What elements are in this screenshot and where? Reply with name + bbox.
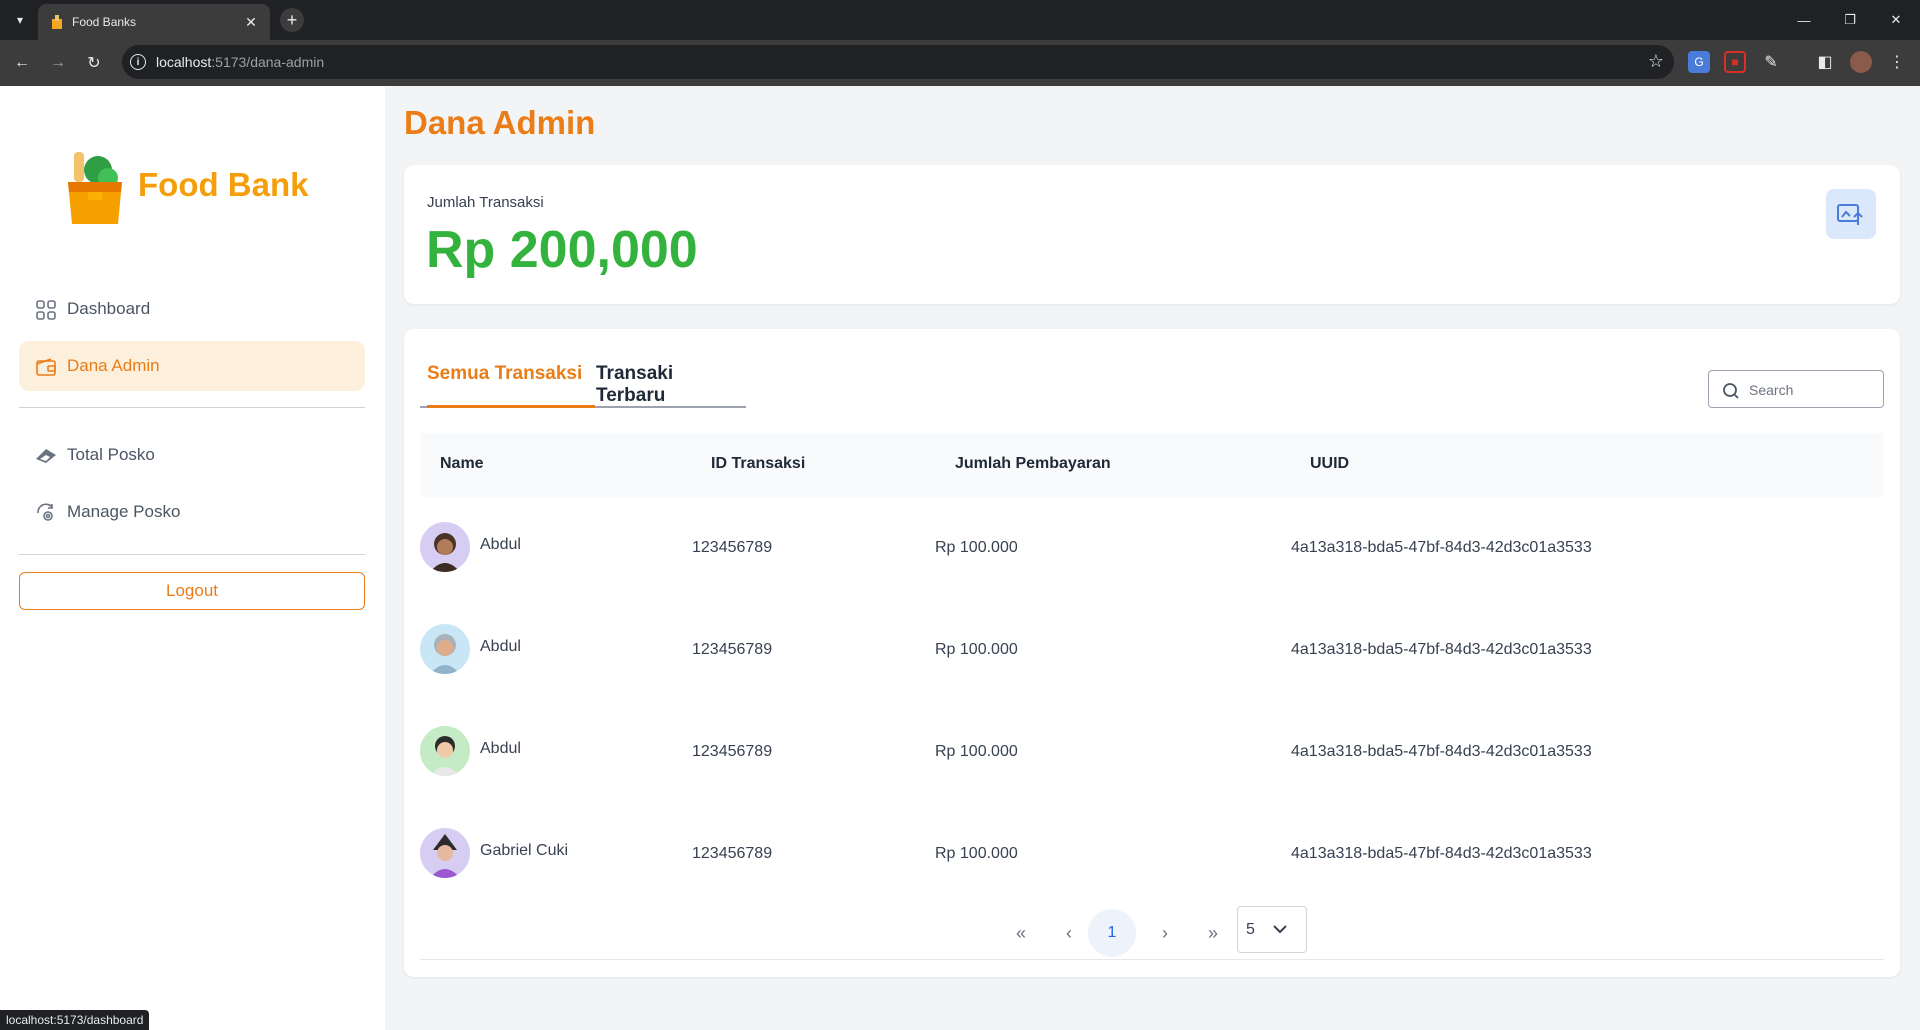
back-icon[interactable]: ← <box>10 51 34 75</box>
sidebar-item-label: Dana Admin <box>67 356 160 375</box>
avatar <box>420 522 470 572</box>
page-number-current[interactable]: 1 <box>1088 909 1136 957</box>
tent-icon <box>36 449 56 463</box>
row-amount: Rp 100.000 <box>935 845 1018 862</box>
wallet-icon <box>36 358 56 376</box>
sidebar-item-label: Total Posko <box>67 445 155 464</box>
tab-transaksi-terbaru[interactable]: Transaki Terbaru <box>596 363 746 408</box>
column-header-id-transaksi[interactable]: ID Transaksi <box>711 455 805 473</box>
profile-avatar-icon[interactable] <box>1850 51 1872 73</box>
row-uuid: 4a13a318-bda5-47bf-84d3-42d3c01a3533 <box>1291 539 1592 556</box>
browser-tabbar: ▾ Food Banks ✕ + — ❐ ✕ <box>0 0 1920 40</box>
close-window-icon[interactable]: ✕ <box>1884 8 1908 32</box>
row-id: 123456789 <box>692 539 773 556</box>
table-row[interactable]: Abdul 123456789 Rp 100.000 4a13a318-bda5… <box>420 522 1884 624</box>
minimize-icon[interactable]: — <box>1792 8 1816 32</box>
row-name: Abdul <box>480 638 521 655</box>
sidebar-item-manage-posko[interactable]: Manage Posko <box>19 487 365 537</box>
tab-close-icon[interactable]: ✕ <box>242 13 260 31</box>
tabs: Semua Transaksi Transaki Terbaru <box>420 363 746 408</box>
row-uuid: 4a13a318-bda5-47bf-84d3-42d3c01a3533 <box>1291 743 1592 760</box>
status-bar-url: localhost:5173/dashboard <box>0 1010 150 1030</box>
table-row[interactable]: Abdul 123456789 Rp 100.000 4a13a318-bda5… <box>420 624 1884 726</box>
new-tab-icon[interactable]: + <box>280 8 304 32</box>
row-amount: Rp 100.000 <box>935 641 1018 658</box>
grid-icon <box>36 300 56 320</box>
search-icon <box>1723 383 1739 399</box>
upload-image-icon <box>1837 204 1863 225</box>
browser-tab[interactable]: Food Banks ✕ <box>38 4 270 40</box>
manage-icon <box>37 503 53 521</box>
row-amount: Rp 100.000 <box>935 743 1018 760</box>
side-panel-icon[interactable]: ◧ <box>1814 51 1836 73</box>
row-id: 123456789 <box>692 743 773 760</box>
page-title: Dana Admin <box>404 104 596 141</box>
summary-label: Jumlah Transaksi <box>427 194 544 211</box>
row-uuid: 4a13a318-bda5-47bf-84d3-42d3c01a3533 <box>1291 845 1592 862</box>
address-url[interactable]: localhost:5173/dana-admin <box>156 54 324 70</box>
forward-icon[interactable]: → <box>46 51 70 75</box>
extensions-puzzle-icon[interactable]: ✎ <box>1760 51 1782 73</box>
tab-search-icon[interactable]: ▾ <box>10 10 30 30</box>
tab-semua-transaksi[interactable]: Semua Transaksi <box>427 363 595 408</box>
restore-icon[interactable]: ❐ <box>1838 8 1862 32</box>
column-header-uuid[interactable]: UUID <box>1310 455 1349 473</box>
avatar <box>420 726 470 776</box>
row-name: Gabriel Cuki <box>480 842 569 859</box>
sidebar-item-dana-admin[interactable]: Dana Admin <box>19 341 365 391</box>
export-button[interactable] <box>1826 189 1876 239</box>
sidebar-item-label: Dashboard <box>67 299 151 318</box>
table-header: Name ID Transaksi Jumlah Pembayaran UUID <box>420 433 1884 497</box>
site-info-icon[interactable]: i <box>130 54 146 70</box>
logout-button[interactable]: Logout <box>19 572 365 610</box>
sidebar: Food Bank Dashboard Dana Admin Total Pos… <box>0 86 385 1030</box>
avatar <box>420 828 470 878</box>
row-id: 123456789 <box>692 845 773 862</box>
row-name: Abdul <box>480 740 521 757</box>
food-bank-logo-icon <box>68 152 122 224</box>
page-size-select[interactable]: 5 <box>1237 906 1307 953</box>
record-extension-icon[interactable]: ■ <box>1724 51 1746 73</box>
next-page-icon[interactable]: › <box>1150 918 1180 948</box>
row-uuid: 4a13a318-bda5-47bf-84d3-42d3c01a3533 <box>1291 641 1592 658</box>
summary-card: Jumlah Transaksi Rp 200,000 <box>404 165 1900 304</box>
translate-extension-icon[interactable]: G <box>1688 51 1710 73</box>
last-page-icon[interactable]: » <box>1198 918 1228 948</box>
first-page-icon[interactable]: « <box>1006 918 1036 948</box>
user-avatar-icon <box>430 533 460 572</box>
row-amount: Rp 100.000 <box>935 539 1018 556</box>
row-name: Abdul <box>480 536 521 553</box>
summary-value: Rp 200,000 <box>426 221 698 279</box>
sidebar-divider <box>19 407 365 408</box>
page-size-value: 5 <box>1246 921 1255 938</box>
table-bottom-divider <box>420 959 1884 960</box>
browser-toolbar: ← → ↻ i localhost:5173/dana-admin ☆ G ■ … <box>0 40 1920 86</box>
bookmark-star-icon[interactable]: ☆ <box>1648 51 1664 72</box>
reload-icon[interactable]: ↻ <box>82 51 106 75</box>
prev-page-icon[interactable]: ‹ <box>1054 918 1084 948</box>
user-avatar-icon <box>430 834 460 878</box>
search-box <box>1708 370 1884 408</box>
tab-title: Food Banks <box>72 15 137 29</box>
logo[interactable]: Food Bank <box>64 148 324 228</box>
sidebar-item-total-posko[interactable]: Total Posko <box>19 430 365 480</box>
chevron-down-icon <box>1273 925 1287 934</box>
transactions-card: Semua Transaksi Transaki Terbaru Name ID… <box>404 329 1900 977</box>
column-header-jumlah-pembayaran[interactable]: Jumlah Pembayaran <box>955 455 1111 473</box>
table-row[interactable]: Abdul 123456789 Rp 100.000 4a13a318-bda5… <box>420 726 1884 828</box>
sidebar-item-dashboard[interactable]: Dashboard <box>19 284 365 334</box>
sidebar-divider <box>19 554 365 555</box>
column-header-name[interactable]: Name <box>440 455 484 473</box>
browser-menu-icon[interactable]: ⋮ <box>1886 51 1908 73</box>
user-avatar-icon <box>430 634 460 674</box>
logo-text: Food Bank <box>138 166 309 203</box>
table-row[interactable]: Gabriel Cuki 123456789 Rp 100.000 4a13a3… <box>420 828 1884 930</box>
food-bank-favicon-icon <box>52 15 62 29</box>
sidebar-item-label: Manage Posko <box>67 502 181 521</box>
row-id: 123456789 <box>692 641 773 658</box>
avatar <box>420 624 470 674</box>
user-avatar-icon <box>430 736 460 776</box>
address-bar[interactable]: i localhost:5173/dana-admin ☆ <box>122 45 1674 79</box>
search-input[interactable] <box>1749 379 1874 401</box>
